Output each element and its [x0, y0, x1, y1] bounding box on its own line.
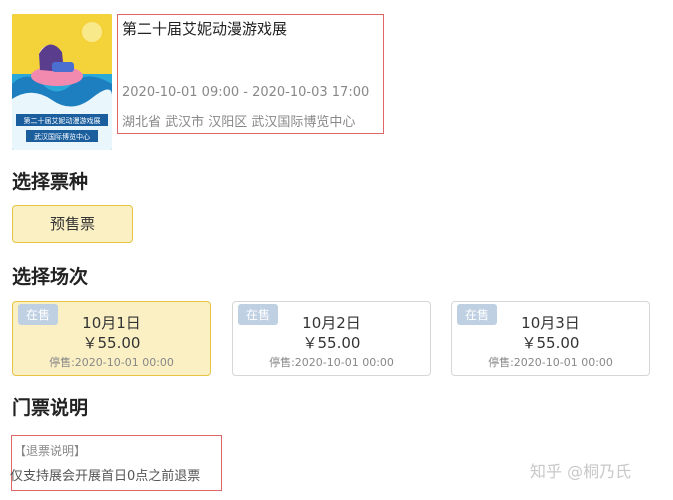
event-poster-image[interactable]: 第二十届艾妮动漫游戏展 武汉国际博览中心	[12, 14, 112, 150]
session-card-oct3[interactable]: 在售 10月3日 ￥55.00 停售:2020-10-01 00:00	[451, 301, 650, 376]
session-date: 10月3日	[521, 314, 580, 332]
session-card-oct2[interactable]: 在售 10月2日 ￥55.00 停售:2020-10-01 00:00	[232, 301, 431, 376]
session-price: ￥55.00	[521, 334, 580, 352]
session-card-oct1[interactable]: 在售 10月1日 ￥55.00 停售:2020-10-01 00:00	[12, 301, 211, 376]
ticket-notes-heading: 门票说明	[12, 397, 89, 419]
session-stop-time: 停售:2020-10-01 00:00	[269, 356, 394, 369]
ticket-type-heading: 选择票种	[12, 171, 89, 193]
session-price: ￥55.00	[82, 334, 141, 352]
session-price: ￥55.00	[302, 334, 361, 352]
svg-text:第二十届艾妮动漫游戏展: 第二十届艾妮动漫游戏展	[24, 116, 101, 125]
event-poster-illustration: 第二十届艾妮动漫游戏展 武汉国际博览中心	[12, 14, 112, 150]
session-date: 10月1日	[82, 314, 141, 332]
session-heading: 选择场次	[12, 266, 89, 288]
zhihu-watermark: 知乎 @桐乃氏	[530, 462, 632, 481]
refund-text: 仅支持展会开展首日0点之前退票	[10, 469, 201, 484]
refund-info-box: 【退票说明】 仅支持展会开展首日0点之前退票	[10, 435, 222, 491]
session-date: 10月2日	[302, 314, 361, 332]
event-title: 第二十届艾妮动漫游戏展	[122, 20, 288, 38]
refund-heading: 【退票说明】	[14, 444, 87, 458]
event-info-box: 第二十届艾妮动漫游戏展 2020-10-01 09:00 - 2020-10-0…	[117, 14, 384, 134]
session-stop-time: 停售:2020-10-01 00:00	[49, 356, 174, 369]
svg-text:武汉国际博览中心: 武汉国际博览中心	[34, 132, 90, 141]
event-time: 2020-10-01 09:00 - 2020-10-03 17:00	[122, 85, 370, 100]
event-location: 湖北省 武汉市 汉阳区 武汉国际博览中心	[122, 115, 356, 130]
session-stop-time: 停售:2020-10-01 00:00	[488, 356, 613, 369]
ticket-type-presale-button[interactable]: 预售票	[12, 205, 133, 243]
